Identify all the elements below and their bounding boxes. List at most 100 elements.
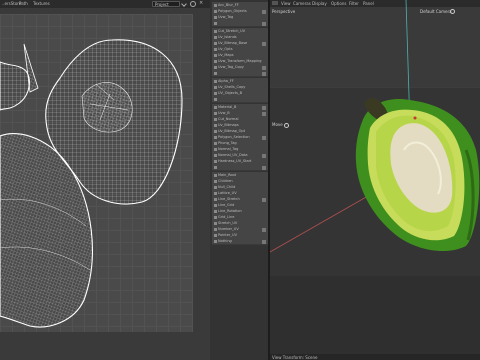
uv-editor-panel: ..ersStore Path Textures Project × — [0, 0, 210, 360]
tag-icon[interactable] — [262, 9, 266, 14]
object-row[interactable] — [212, 70, 268, 77]
object-type-icon — [214, 136, 217, 139]
object-row-label: Uv_Opts — [218, 47, 233, 51]
object-type-icon — [214, 204, 217, 207]
object-row-label: Uv_Islands — [218, 35, 237, 39]
tag-icon[interactable] — [262, 71, 266, 76]
object-row-label: Line_Stretch — [218, 197, 240, 201]
tag-icon[interactable] — [262, 135, 266, 140]
object-type-icon — [214, 80, 217, 83]
object-type-icon — [214, 22, 217, 25]
object-row-label: Line_Grid — [218, 203, 235, 207]
object-row-label: Phong_Tag — [218, 141, 237, 145]
object-type-icon — [214, 30, 217, 33]
object-row-label: Main_Root — [218, 173, 237, 177]
object-type-icon — [214, 92, 217, 95]
object-type-icon — [214, 42, 217, 45]
object-type-icon — [214, 160, 217, 163]
object-row-label: Line_Rotation — [218, 209, 242, 213]
object-row-label: Pointer_UV — [218, 233, 237, 237]
object-row[interactable] — [212, 96, 268, 103]
object-row-label: UV_Objects_B — [218, 91, 243, 95]
object-type-icon — [214, 66, 217, 69]
object-type-icon — [214, 48, 217, 51]
tag-icon[interactable] — [262, 165, 266, 170]
uv-islands[interactable] — [0, 0, 210, 360]
tag-icon[interactable] — [262, 197, 266, 202]
object-type-icon — [214, 106, 217, 109]
object-row-label: Uvw_Tag — [218, 15, 234, 19]
tag-icon[interactable] — [262, 227, 266, 232]
object-row-label: Lattice_UV — [218, 191, 237, 195]
object-row-label: Null_Child — [218, 185, 236, 189]
object-row-label: Uv_Bitmaps — [218, 123, 239, 127]
object-row-label: Stretch_UV — [218, 221, 238, 225]
object-type-icon — [214, 86, 217, 89]
object-type-icon — [214, 186, 217, 189]
object-row-label: Uv_Bitmap_Opt — [218, 129, 246, 133]
object-row-label: Grid_Line — [218, 215, 235, 219]
object-type-icon — [214, 118, 217, 121]
object-row-label: Number_UV — [218, 227, 239, 231]
object-row-label: Alpha_FF — [218, 79, 234, 83]
object-type-icon — [214, 240, 217, 243]
uv-island-small — [0, 61, 30, 111]
object-type-icon — [214, 54, 217, 57]
object-type-icon — [214, 166, 217, 169]
object-type-icon — [214, 4, 217, 7]
status-label: View Transform: Scene — [272, 355, 318, 360]
viewport-statusbar: View Transform: Scene — [270, 354, 480, 360]
object-row-label: Uvw_Tag_Copy — [218, 65, 244, 69]
tag-icon[interactable] — [262, 153, 266, 158]
tag-icon[interactable] — [262, 41, 266, 46]
axis-origin-marker — [413, 116, 417, 120]
object-row-label: Cut_Normal — [218, 117, 239, 121]
tag-icon[interactable] — [262, 239, 266, 244]
tag-icon[interactable] — [262, 111, 266, 116]
tag-icon[interactable] — [262, 65, 266, 70]
object-row-label: Uv_Maps — [218, 53, 234, 57]
object-type-icon — [214, 60, 217, 63]
object-row-label: Normal_UV_Data — [218, 153, 248, 157]
object-type-icon — [214, 148, 217, 151]
object-type-icon — [214, 154, 217, 157]
object-row[interactable] — [212, 164, 268, 171]
viewport-scene — [270, 0, 480, 253]
object-row-label: Polygon_Selection — [218, 135, 250, 139]
object-type-icon — [214, 180, 217, 183]
object-type-icon — [214, 16, 217, 19]
tag-icon[interactable] — [262, 21, 266, 26]
object-type-icon — [214, 174, 217, 177]
object-row-label: Cut_Stretch_UV — [218, 29, 246, 33]
object-type-icon — [214, 142, 217, 145]
object-row-label: Hardness_UV_Start — [218, 159, 252, 163]
object-row-label: Polygon_Objects — [218, 9, 247, 13]
object-row-label: Children — [218, 179, 233, 183]
object-type-icon — [214, 124, 217, 127]
object-type-icon — [214, 72, 217, 75]
object-row-label: Uv_Shells_Copy — [218, 85, 246, 89]
object-type-icon — [214, 216, 217, 219]
object-row-label: Normal_Tag — [218, 147, 239, 151]
tag-icon[interactable] — [262, 105, 266, 110]
object-type-icon — [214, 36, 217, 39]
object-type-icon — [214, 130, 217, 133]
object-row-label: Nothing — [218, 239, 232, 243]
object-row-label: Acc_Blur_FF — [218, 3, 239, 7]
object-type-icon — [214, 234, 217, 237]
object-row-label: Uvw_Transform_Mapping — [218, 59, 262, 63]
object-type-icon — [214, 210, 217, 213]
object-row-label: Uv_Bitmap_Base — [218, 41, 248, 45]
object-row[interactable] — [212, 20, 268, 27]
object-row-label: Material_B — [218, 105, 237, 109]
object-type-icon — [214, 192, 217, 195]
object-type-icon — [214, 198, 217, 201]
object-type-icon — [214, 222, 217, 225]
x-axis-line — [270, 195, 369, 253]
object-row-label: Uvw_B — [218, 111, 230, 115]
object-type-icon — [214, 10, 217, 13]
object-type-icon — [214, 112, 217, 115]
object-row[interactable]: Nothing — [212, 238, 268, 245]
object-type-icon — [214, 98, 217, 101]
object-type-icon — [214, 228, 217, 231]
